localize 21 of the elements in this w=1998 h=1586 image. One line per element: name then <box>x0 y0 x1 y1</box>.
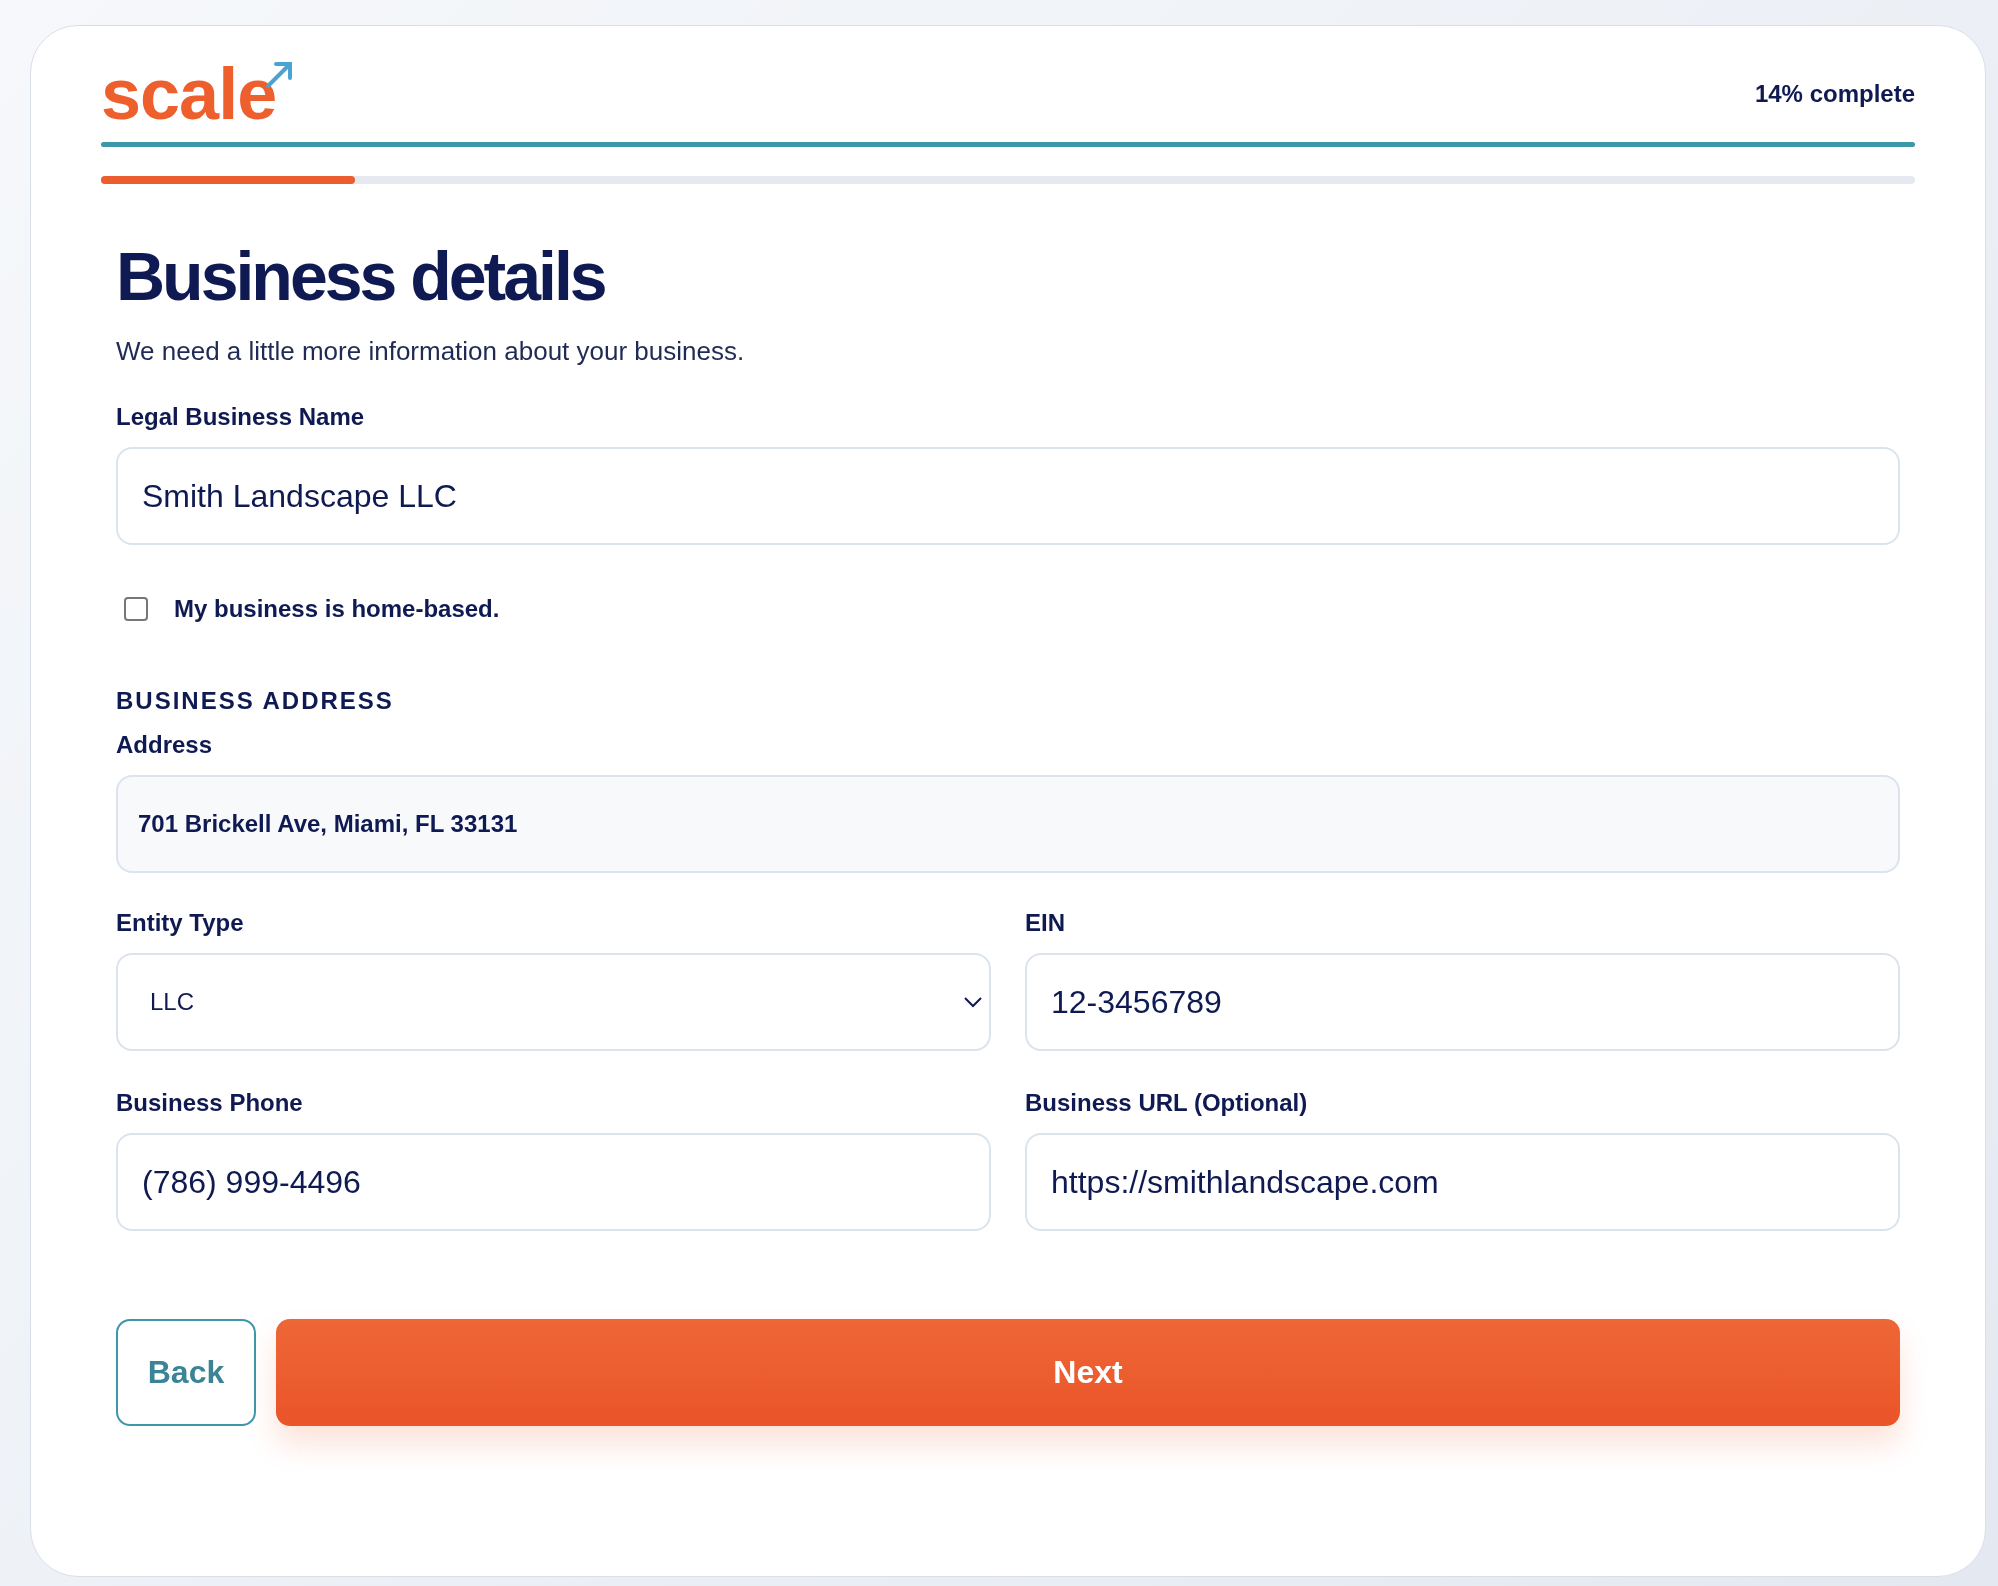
input-field[interactable]: 12-3456789 <box>1025 953 1900 1051</box>
subtitle: We need a little more information about your business. <box>116 336 746 367</box>
field-label: EIN <box>1025 909 1066 937</box>
field-label: Business Phone <box>116 1089 304 1117</box>
input-field[interactable]: Smith Landscape LLC <box>116 447 1900 545</box>
input-field[interactable]: https://smithlandscape.com <box>1025 1133 1900 1231</box>
chevron-down-icon <box>963 996 983 1008</box>
input-field[interactable]: (786) 999-4496 <box>116 1133 991 1231</box>
input-field[interactable]: 701 Brickell Ave, Miami, FL 33131 <box>116 775 1900 873</box>
field-label: Business URL (Optional) <box>1025 1089 1309 1117</box>
page-title: Business details <box>116 242 606 310</box>
entity-type-dropdown[interactable]: LLC <box>116 953 991 1051</box>
section-heading: BUSINESS ADDRESS <box>116 687 395 715</box>
field-label: Address <box>116 731 214 759</box>
logo: scale <box>101 58 277 130</box>
progress-label: 14% complete <box>1754 80 1915 108</box>
field-label: Legal Business Name <box>116 403 366 431</box>
back-button[interactable]: Back <box>116 1319 256 1426</box>
field-label: Entity Type <box>116 909 245 937</box>
checkbox-label: My business is home-based. <box>174 595 500 623</box>
checkbox[interactable] <box>124 597 148 621</box>
